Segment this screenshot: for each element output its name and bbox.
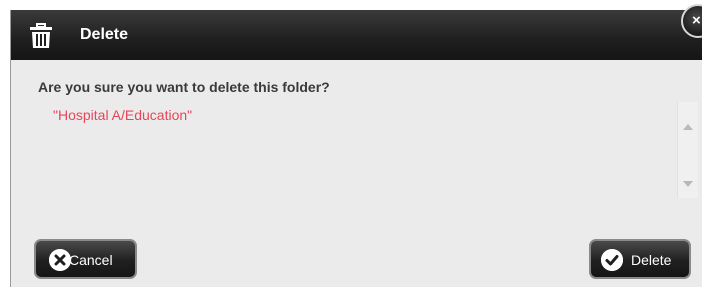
dialog-title: Delete: [80, 26, 129, 43]
delete-label: Delete: [631, 252, 672, 268]
close-circle-icon: [49, 249, 71, 271]
scroll-up-arrow-icon[interactable]: [683, 124, 693, 130]
cancel-label: Cancel: [69, 252, 113, 268]
scroll-down-arrow-icon[interactable]: [683, 181, 693, 187]
message-scrollbar[interactable]: [677, 102, 698, 198]
delete-button[interactable]: Delete: [589, 239, 691, 279]
dialog-titlebar: Delete: [11, 10, 702, 60]
folder-name: "Hospital A/Education": [53, 107, 193, 123]
close-icon: ×: [692, 12, 701, 29]
delete-dialog: Delete × Are you sure you want to delete…: [10, 4, 702, 287]
trash-icon: [29, 23, 53, 49]
confirm-question: Are you sure you want to delete this fol…: [38, 79, 330, 95]
cancel-button[interactable]: Cancel: [34, 239, 137, 279]
check-circle-icon: [601, 249, 623, 271]
